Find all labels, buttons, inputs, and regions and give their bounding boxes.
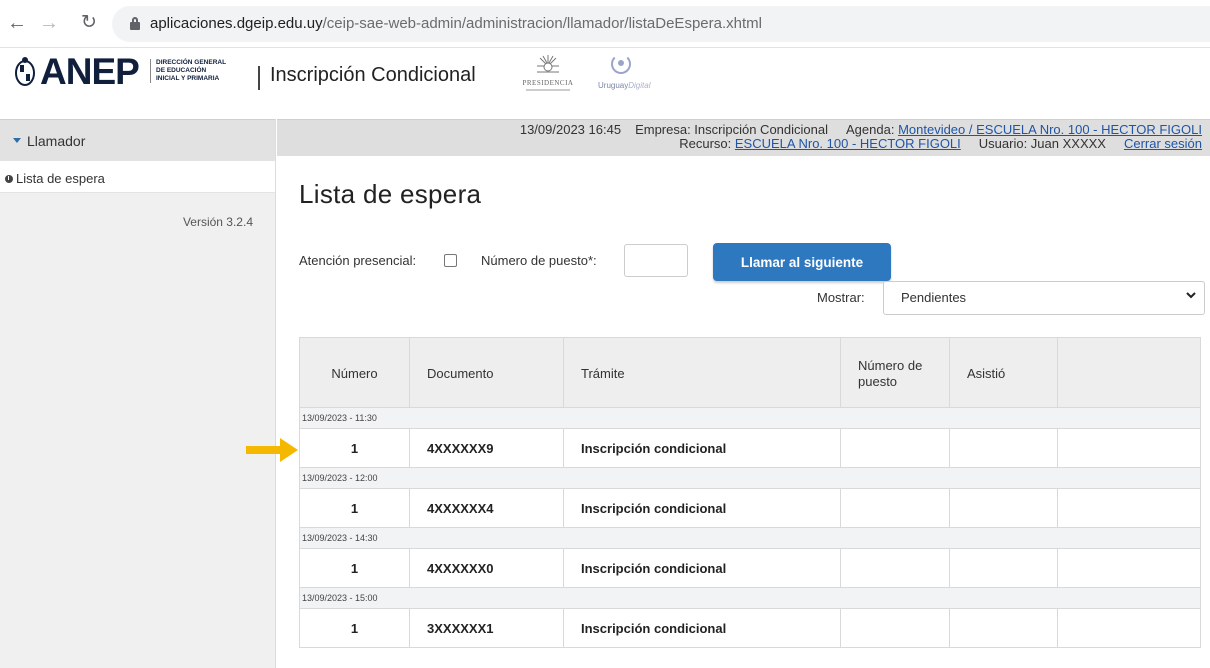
cell-documento: 4XXXXXX4 (410, 489, 564, 527)
agenda-label: Agenda: (846, 122, 895, 137)
logout-link[interactable]: Cerrar sesión (1124, 136, 1202, 151)
info-line-2: Recurso: ESCUELA Nro. 100 - HECTOR FIGOL… (679, 136, 1202, 151)
app-title: Inscripción Condicional (270, 64, 476, 86)
url-host: aplicaciones.dgeip.edu.uy (150, 15, 323, 32)
url-path: /ceip-sae-web-admin/administracion/llama… (322, 15, 762, 32)
cell-actions (1058, 489, 1200, 527)
header-tramite[interactable]: Trámite (564, 338, 841, 409)
forward-arrow-icon[interactable]: → (38, 12, 60, 34)
table-row[interactable]: 1 4XXXXXX9 Inscripción condicional (299, 428, 1201, 468)
cell-asistio (950, 549, 1058, 587)
time-group-header: 13/09/2023 - 11:30 (299, 408, 1201, 428)
sun-icon (537, 55, 559, 73)
puesto-label: Número de puesto*: (481, 253, 597, 268)
header-numero-puesto[interactable]: Número de puesto (841, 338, 950, 409)
cell-puesto (841, 549, 950, 587)
cell-numero: 1 (300, 429, 410, 467)
recurso-label: Recurso: (679, 136, 732, 151)
cell-puesto (841, 489, 950, 527)
cell-actions (1058, 549, 1200, 587)
sidebar-item-lista-de-espera[interactable]: Lista de espera (0, 161, 275, 193)
cell-asistio (950, 429, 1058, 467)
browser-toolbar: ← → ↻ aplicaciones.dgeip.edu.uy/ceip-sae… (0, 0, 1210, 48)
call-next-button[interactable]: Llamar al siguiente (713, 243, 891, 281)
mostrar-select[interactable]: Pendientes (883, 281, 1205, 315)
session-info-bar: 13/09/2023 16:45 Empresa: Inscripción Con… (277, 119, 1210, 156)
header-actions (1058, 338, 1200, 409)
time-group-header: 13/09/2023 - 12:00 (299, 468, 1201, 488)
sidebar-section-label: Llamador (27, 133, 86, 149)
cell-asistio (950, 609, 1058, 647)
mostrar-selected-value: Pendientes (901, 290, 967, 305)
clock-icon (5, 175, 13, 183)
time-group-header: 13/09/2023 - 14:30 (299, 528, 1201, 548)
time-group-header: 13/09/2023 - 15:00 (299, 588, 1201, 608)
uy-text-b: Digital (628, 81, 651, 90)
header-documento[interactable]: Documento (410, 338, 564, 409)
waiting-list-table: Número Documento Trámite Número de puest… (299, 337, 1201, 648)
cell-tramite: Inscripción condicional (564, 489, 841, 527)
presidencia-text: PRESIDENCIA (522, 79, 574, 87)
cell-documento: 3XXXXXX1 (410, 609, 564, 647)
empresa-text: Empresa: Inscripción Condicional (635, 122, 828, 137)
cell-tramite: Inscripción condicional (564, 609, 841, 647)
cell-documento: 4XXXXXX0 (410, 549, 564, 587)
usuario-text: Usuario: Juan XXXXX (978, 136, 1106, 151)
sidebar: Llamador Lista de espera Versión 3.2.4 (0, 119, 276, 668)
page-title: Lista de espera (299, 179, 482, 209)
header-divider (258, 66, 260, 90)
presidencia-underline (526, 89, 570, 91)
version-label: Versión 3.2.4 (182, 215, 253, 229)
cell-numero: 1 (300, 549, 410, 587)
header-numero[interactable]: Número (300, 338, 410, 409)
agenda-link[interactable]: Montevideo / ESCUELA Nro. 100 - HECTOR F… (898, 122, 1202, 137)
presencial-checkbox[interactable] (444, 254, 457, 267)
cell-puesto (841, 429, 950, 467)
anep-logo-subtitle: DIRECCIÓN GENERAL DE EDUCACIÓN INICIAL Y… (150, 59, 240, 83)
uy-text-a: Uruguay (598, 81, 629, 90)
table-row[interactable]: 1 4XXXXXX4 Inscripción condicional (299, 488, 1201, 528)
chevron-down-icon (1186, 292, 1196, 299)
pointer-arrow-icon (246, 438, 298, 462)
uy-digital-text: UruguayDigital (598, 81, 650, 90)
back-arrow-icon[interactable]: ← (6, 12, 28, 34)
cell-numero: 1 (300, 489, 410, 527)
current-datetime: 13/09/2023 16:45 (519, 122, 622, 137)
cell-tramite: Inscripción condicional (564, 549, 841, 587)
url-text[interactable]: aplicaciones.dgeip.edu.uy/ceip-sae-web-a… (150, 15, 762, 32)
cell-documento: 4XXXXXX9 (410, 429, 564, 467)
presencial-label: Atención presencial: (299, 253, 417, 268)
recurso-link[interactable]: ESCUELA Nro. 100 - HECTOR FIGOLI (735, 136, 961, 151)
cell-actions (1058, 429, 1200, 467)
lock-icon[interactable] (130, 17, 140, 30)
anep-logo: ANEP (40, 51, 140, 92)
anep-seal-icon (15, 57, 35, 86)
cell-tramite: Inscripción condicional (564, 429, 841, 467)
table-header: Número Documento Trámite Número de puest… (299, 337, 1201, 409)
cell-asistio (950, 489, 1058, 527)
cell-numero: 1 (300, 609, 410, 647)
reload-icon[interactable]: ↻ (78, 12, 100, 34)
caret-down-icon (13, 138, 21, 143)
info-line-1: 13/09/2023 16:45 Empresa: Inscripción Con… (520, 122, 1202, 137)
uruguay-digital-logo: UruguayDigital (598, 54, 678, 100)
anep-sub-line: DE EDUCACIÓN (156, 67, 207, 74)
anep-sub-line: DIRECCIÓN GENERAL (156, 59, 227, 66)
table-row[interactable]: 1 4XXXXXX0 Inscripción condicional (299, 548, 1201, 588)
presidencia-logo: PRESIDENCIA (520, 55, 576, 99)
app-header: ANEP DIRECCIÓN GENERAL DE EDUCACIÓN INIC… (0, 48, 1210, 114)
cell-actions (1058, 609, 1200, 647)
sidebar-section-llamador[interactable]: Llamador (0, 119, 275, 161)
anep-sub-line: INICIAL Y PRIMARIA (156, 75, 220, 82)
cell-puesto (841, 609, 950, 647)
uy-dot-icon (618, 60, 624, 66)
address-bar[interactable]: aplicaciones.dgeip.edu.uy/ceip-sae-web-a… (112, 6, 1210, 42)
puesto-input[interactable] (624, 244, 688, 277)
table-row[interactable]: 1 3XXXXXX1 Inscripción condicional (299, 608, 1201, 648)
header-asistio[interactable]: Asistió (950, 338, 1058, 409)
mostrar-label: Mostrar: (817, 290, 865, 305)
sidebar-item-label: Lista de espera (16, 171, 105, 186)
